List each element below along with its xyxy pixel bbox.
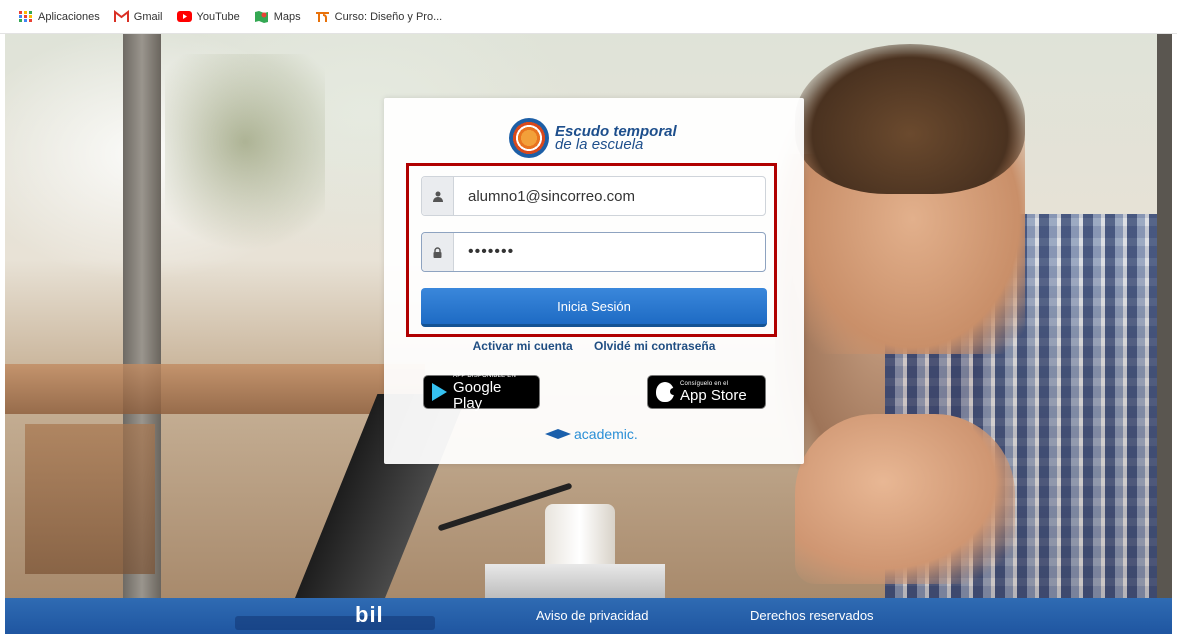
bookmark-maps[interactable]: Maps xyxy=(254,10,301,23)
email-input[interactable] xyxy=(454,177,765,215)
bookmarks-bar: Aplicaciones Gmail YouTube Maps Curso: D… xyxy=(0,0,1177,34)
password-input[interactable] xyxy=(454,233,765,271)
gmail-icon xyxy=(113,9,129,23)
course-icon xyxy=(315,10,330,23)
forgot-password-link[interactable]: Olvidé mi contraseña xyxy=(594,339,715,353)
account-links: Activar mi cuenta Olvidé mi contraseña xyxy=(384,339,804,353)
privacy-link[interactable]: Aviso de privacidad xyxy=(536,608,649,623)
rights-link[interactable]: Derechos reservados xyxy=(750,608,874,623)
bookmark-label: Maps xyxy=(273,10,301,23)
bookmark-apps[interactable]: Aplicaciones xyxy=(18,10,100,23)
google-play-text: Google Play xyxy=(453,378,502,412)
bookmark-label: Curso: Diseño y Pro... xyxy=(334,10,443,23)
footer: bil Aviso de privacidad Derechos reserva… xyxy=(5,598,1172,634)
academic-text: academic. xyxy=(574,426,638,442)
bookmark-gmail[interactable]: Gmail xyxy=(113,9,163,23)
activate-account-link[interactable]: Activar mi cuenta xyxy=(473,339,573,353)
shield-logo-icon xyxy=(509,118,549,158)
youtube-icon xyxy=(176,10,192,23)
academic-logo: academic. xyxy=(545,426,638,442)
bookmark-course[interactable]: Curso: Diseño y Pro... xyxy=(315,10,443,23)
app-store-badge[interactable]: Consíguelo en el App Store xyxy=(647,375,766,409)
google-play-badge[interactable]: APP DISPONIBLE EN Google Play xyxy=(423,373,540,412)
bookmark-label: YouTube xyxy=(196,10,240,23)
graduation-cap-icon xyxy=(545,429,571,439)
email-field xyxy=(421,176,766,216)
footer-brand-logo: bil xyxy=(355,602,384,627)
password-field xyxy=(421,232,766,272)
maps-icon xyxy=(254,10,269,23)
app-store-text: App Store xyxy=(680,386,747,404)
bookmark-label: Aplicaciones xyxy=(38,10,100,23)
logo-line-2: de la escuela xyxy=(555,135,644,153)
user-icon xyxy=(422,177,454,215)
bookmark-label: Gmail xyxy=(133,10,163,23)
bookmark-youtube[interactable]: YouTube xyxy=(176,10,240,23)
apps-grid-icon xyxy=(18,10,33,23)
login-button[interactable]: Inicia Sesión xyxy=(421,288,767,327)
google-play-icon xyxy=(432,383,447,401)
school-logo: Escudo temporal de la escuela xyxy=(509,118,677,158)
lock-icon xyxy=(422,233,454,271)
apple-icon xyxy=(656,382,677,402)
